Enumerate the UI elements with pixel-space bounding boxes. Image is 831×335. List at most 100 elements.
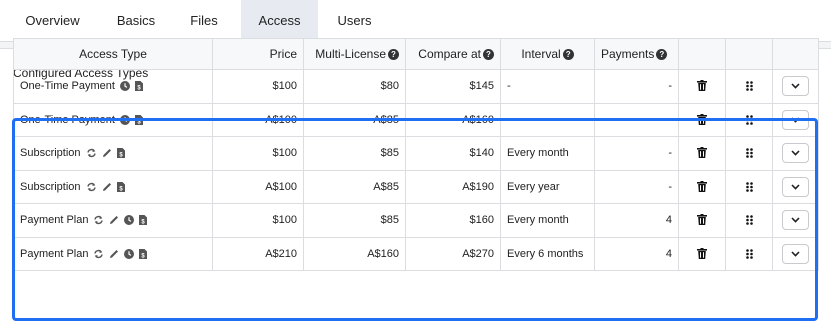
help-icon[interactable]: ?	[562, 49, 574, 60]
table-row: Payment Plan $ $100 $85 $160 Every month …	[13, 203, 819, 238]
recurring-icon	[93, 215, 104, 225]
drag-handle-icon[interactable]	[745, 114, 753, 125]
access-type-cell: One-Time Payment $	[13, 102, 213, 137]
multi-license-cell: A$160	[303, 236, 406, 271]
table-row: One-Time Payment $ $100 $80 $145 - -	[13, 69, 819, 104]
expand-button[interactable]	[782, 109, 809, 130]
reorder-cell	[725, 169, 773, 204]
recurring-icon	[93, 249, 104, 259]
reorder-cell	[725, 102, 773, 137]
reorder-cell	[725, 136, 773, 171]
tab-basics[interactable]: Basics	[105, 0, 167, 41]
drag-handle-icon[interactable]	[745, 215, 753, 226]
help-icon[interactable]: ?	[656, 49, 668, 60]
pencil-icon	[102, 148, 112, 158]
access-type-cell: Subscription $	[13, 136, 213, 171]
clock-icon	[124, 215, 135, 226]
tab-users[interactable]: Users	[318, 0, 391, 41]
price-tag-icon: $	[139, 215, 148, 226]
pencil-icon	[109, 215, 119, 225]
price-cell: A$100	[212, 102, 304, 137]
drag-handle-icon[interactable]	[745, 148, 753, 159]
expand-cell	[772, 169, 819, 204]
trash-icon[interactable]	[697, 180, 707, 192]
table-row: Subscription $ $100 $85 $140 Every month …	[13, 136, 819, 171]
pencil-icon	[102, 182, 112, 192]
trash-icon[interactable]	[697, 247, 707, 259]
expand-button[interactable]	[782, 210, 809, 231]
compare-at-cell: $160	[405, 203, 501, 238]
access-type-label: Subscription	[20, 147, 81, 160]
access-type-cell: Subscription $	[13, 169, 213, 204]
clock-icon	[119, 114, 130, 125]
trash-icon[interactable]	[697, 214, 707, 226]
drag-handle-icon[interactable]	[745, 248, 753, 259]
price-tag-icon: $	[116, 181, 125, 192]
reorder-cell	[725, 236, 773, 271]
access-types-table: Access Type Price Multi-License? Compare…	[13, 38, 819, 271]
delete-cell	[678, 136, 726, 171]
delete-cell	[678, 236, 726, 271]
table-row: Payment Plan $ A$210 A$160 A$270 Every 6 …	[13, 236, 819, 271]
expand-cell	[772, 102, 819, 137]
interval-cell: Every month	[500, 136, 595, 171]
expand-button[interactable]	[782, 176, 809, 197]
drag-handle-icon[interactable]	[745, 81, 753, 92]
reorder-cell	[725, 203, 773, 238]
trash-icon[interactable]	[697, 113, 707, 125]
access-type-cell: Payment Plan $	[13, 236, 213, 271]
tab-access[interactable]: Access	[241, 0, 318, 42]
trash-icon[interactable]	[697, 80, 707, 92]
drag-handle-icon[interactable]	[745, 181, 753, 192]
delete-cell	[678, 69, 726, 104]
payments-cell: -	[594, 136, 679, 171]
table-row: One-Time Payment $ A$100 A$85 A$160 - -	[13, 102, 819, 137]
interval-cell: -	[500, 69, 595, 104]
recurring-icon	[86, 182, 97, 192]
price-tag-icon: $	[134, 81, 143, 92]
expand-button[interactable]	[782, 243, 809, 264]
expand-button[interactable]	[782, 143, 809, 164]
col-expand	[772, 38, 819, 70]
trash-icon[interactable]	[697, 147, 707, 159]
col-price: Price	[212, 38, 304, 70]
interval-cell: Every year	[500, 169, 595, 204]
col-delete	[678, 38, 726, 70]
chevron-down-icon	[791, 248, 800, 260]
interval-cell: -	[500, 102, 595, 137]
expand-cell	[772, 236, 819, 271]
help-icon[interactable]: ?	[388, 49, 399, 60]
tab-files[interactable]: Files	[167, 0, 241, 41]
multi-license-cell: $85	[303, 203, 406, 238]
expand-cell	[772, 203, 819, 238]
access-type-label: Payment Plan	[20, 247, 89, 260]
expand-cell	[772, 136, 819, 171]
pencil-icon	[109, 249, 119, 259]
delete-cell	[678, 102, 726, 137]
recurring-icon	[86, 148, 97, 158]
multi-license-cell: $80	[303, 69, 406, 104]
delete-cell	[678, 203, 726, 238]
expand-button[interactable]	[782, 76, 809, 97]
compare-at-cell: A$270	[405, 236, 501, 271]
interval-cell: Every month	[500, 203, 595, 238]
table-header-row: Access Type Price Multi-License? Compare…	[13, 38, 819, 70]
multi-license-cell: $85	[303, 136, 406, 171]
expand-cell	[772, 69, 819, 104]
compare-at-cell: A$160	[405, 102, 501, 137]
access-type-label: Subscription	[20, 180, 81, 193]
col-reorder	[725, 38, 773, 70]
col-access-type: Access Type	[13, 38, 213, 70]
payments-cell: 4	[594, 236, 679, 271]
access-type-label: Payment Plan	[20, 214, 89, 227]
compare-at-cell: $145	[405, 69, 501, 104]
help-icon[interactable]: ?	[483, 49, 494, 60]
access-type-cell: Payment Plan $	[13, 203, 213, 238]
tab-overview[interactable]: Overview	[0, 0, 105, 41]
col-multi-license: Multi-License?	[303, 38, 406, 70]
access-type-label: One-Time Payment	[20, 80, 115, 93]
col-interval: Interval?	[500, 38, 595, 70]
multi-license-cell: A$85	[303, 102, 406, 137]
table-row: Subscription $ A$100 A$85 A$190 Every yea…	[13, 169, 819, 204]
compare-at-cell: $140	[405, 136, 501, 171]
